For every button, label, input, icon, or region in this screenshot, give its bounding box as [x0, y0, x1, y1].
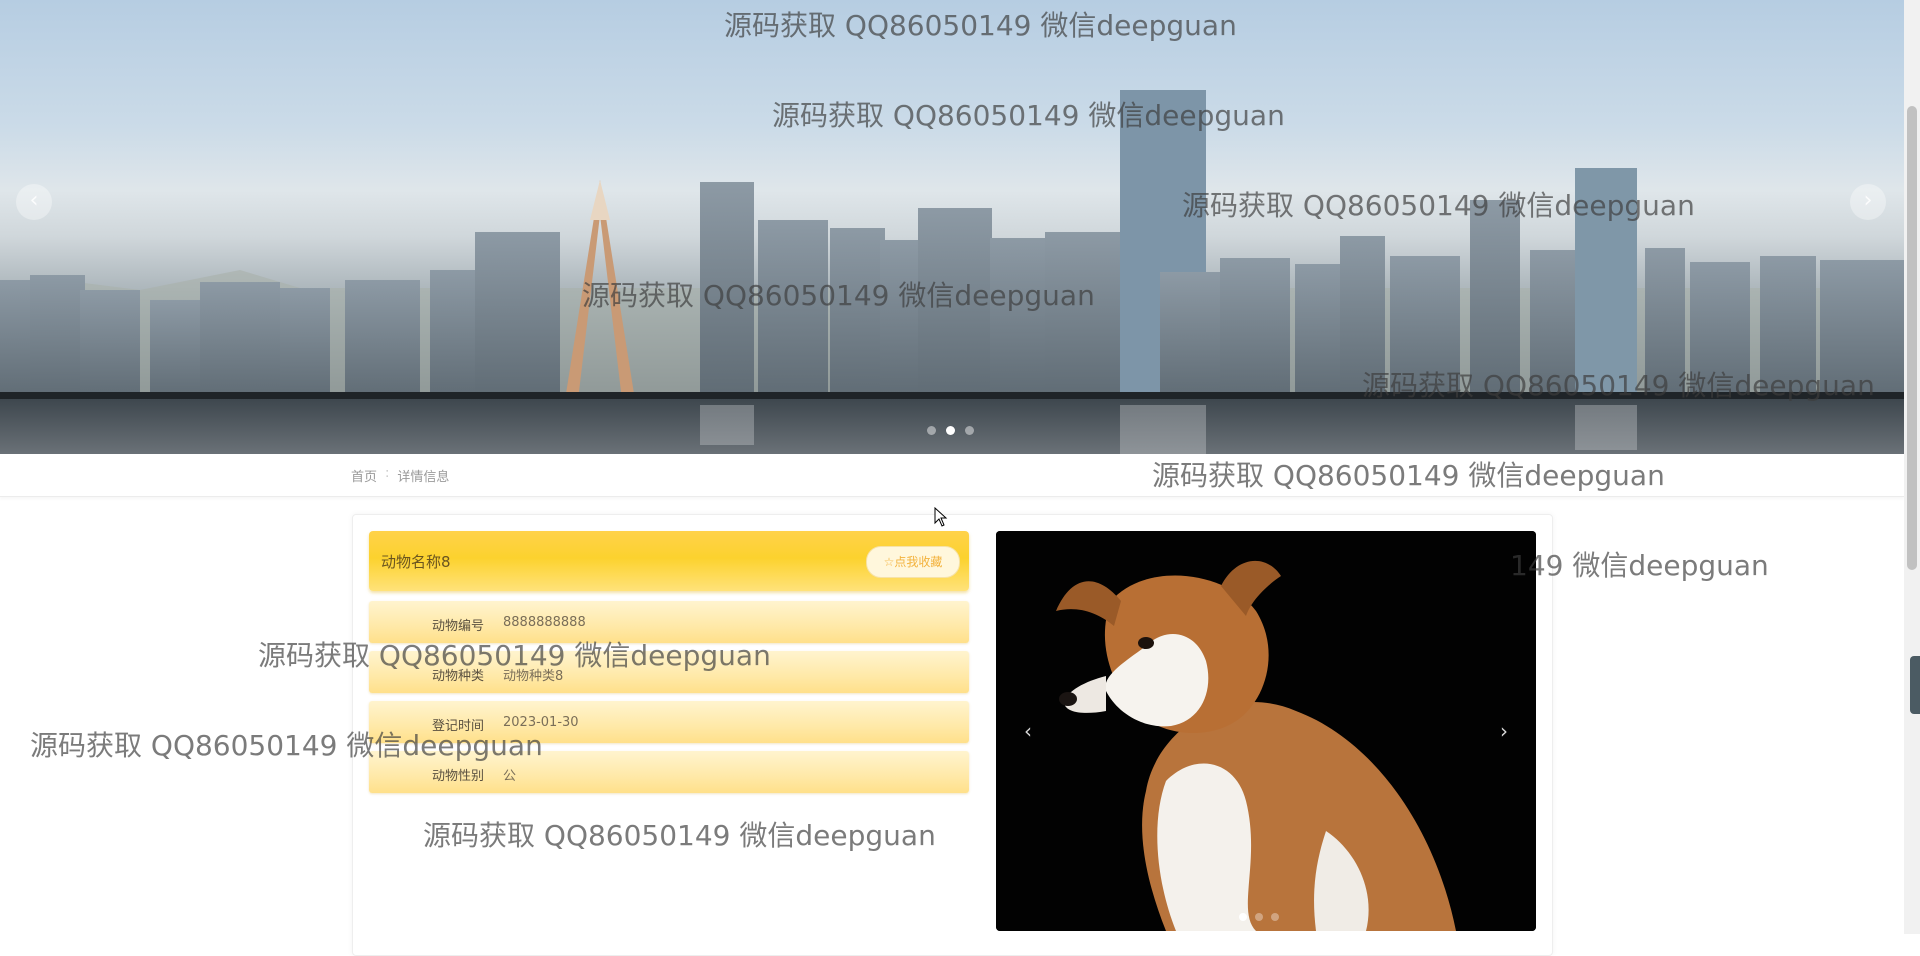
favorite-button[interactable]: ☆点我收藏 [866, 546, 960, 578]
field-label: 动物性别 [431, 769, 484, 784]
banner-dot[interactable] [927, 426, 936, 435]
side-floating-tab[interactable] [1910, 656, 1920, 714]
banner-dot-active[interactable] [946, 426, 955, 435]
gallery-dot-active[interactable] [1239, 913, 1247, 921]
info-row-animal-id: 动物编号 8888888888 [369, 601, 969, 643]
info-row-animal-gender: 动物性别 公 [369, 751, 969, 793]
breadcrumb-current: 详情信息 [397, 470, 450, 485]
gallery-next-arrow[interactable]: › [1494, 719, 1514, 743]
field-label: 登记时间 [431, 719, 484, 734]
detail-card: 动物名称8 ☆点我收藏 动物编号 8888888888 动物种类 动物种类8 登… [352, 514, 1553, 956]
city-skyline-image [0, 90, 1904, 454]
field-value: 公 [503, 769, 517, 784]
gallery-dot[interactable] [1271, 913, 1279, 921]
page-scrollbar[interactable] [1904, 0, 1920, 934]
banner-dot[interactable] [965, 426, 974, 435]
breadcrumb-separator: : [385, 466, 390, 481]
banner-indicator [927, 426, 974, 435]
dog-photo [996, 531, 1536, 931]
gallery-indicator [1239, 913, 1279, 921]
banner-next-arrow[interactable]: › [1850, 184, 1886, 220]
field-label: 动物编号 [431, 619, 484, 634]
breadcrumb: 首页 : 详情信息 [351, 466, 449, 485]
field-value: 8888888888 [503, 615, 586, 630]
field-value: 2023-01-30 [503, 715, 579, 730]
hero-banner-carousel[interactable]: ‹ › [0, 0, 1904, 454]
banner-prev-arrow[interactable]: ‹ [16, 184, 52, 220]
scrollbar-thumb[interactable] [1907, 106, 1917, 570]
info-row-animal-type: 动物种类 动物种类8 [369, 651, 969, 693]
mouse-cursor-icon [934, 507, 948, 527]
detail-title-bar: 动物名称8 ☆点我收藏 [369, 531, 969, 591]
field-value: 动物种类8 [503, 669, 564, 684]
gallery-dot[interactable] [1255, 913, 1263, 921]
detail-title: 动物名称8 [381, 553, 451, 571]
breadcrumb-bar: 首页 : 详情信息 [0, 454, 1904, 497]
field-label: 动物种类 [431, 669, 484, 684]
gallery-prev-arrow[interactable]: ‹ [1018, 719, 1038, 743]
info-row-register-time: 登记时间 2023-01-30 [369, 701, 969, 743]
animal-photo-carousel[interactable]: ‹ › [996, 531, 1536, 931]
breadcrumb-home-link[interactable]: 首页 [351, 466, 377, 485]
